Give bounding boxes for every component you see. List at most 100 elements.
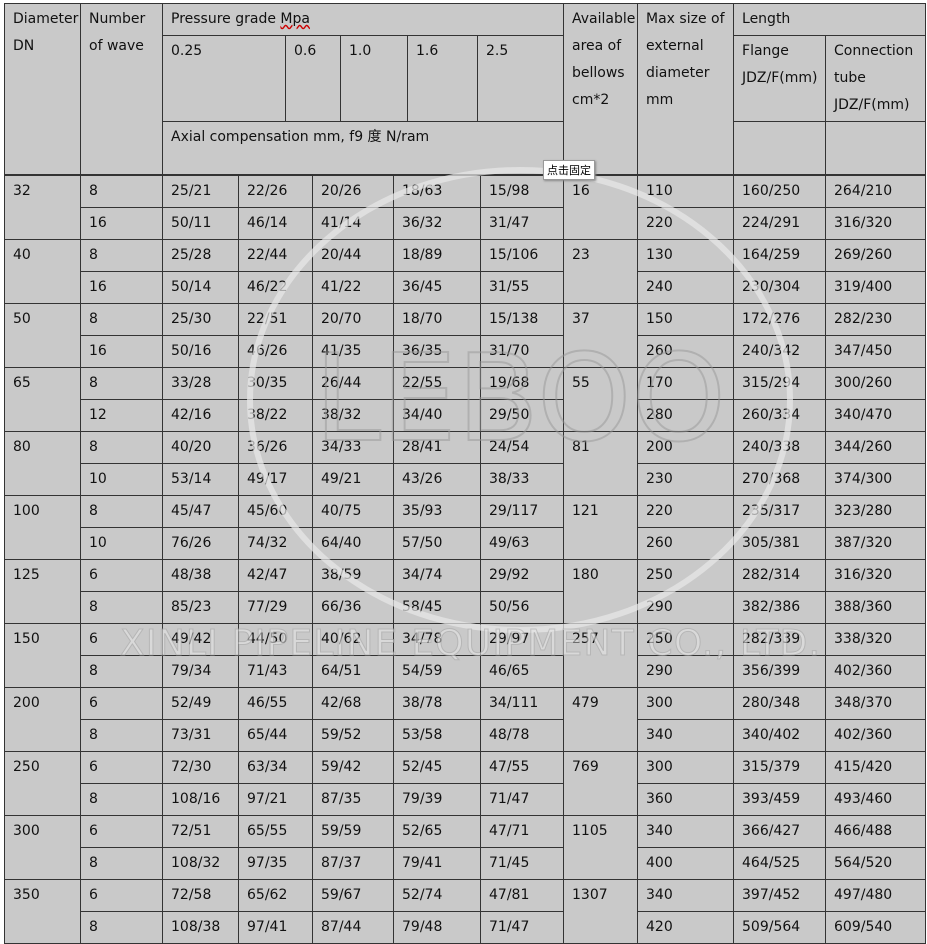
tube-cell: 387/320 [825,527,926,560]
flange-cell: 397/452 [733,879,826,912]
axial-cell: 59/67 [312,879,394,912]
grade-0.25: 0.25 [162,35,286,122]
wave-cell: 6 [80,623,163,656]
axial-cell: 64/51 [312,655,394,688]
flange-cell: 315/294 [733,367,826,400]
flange-cell: 224/291 [733,207,826,240]
axial-cell: 48/38 [162,559,239,592]
axial-cell: 79/34 [162,655,239,688]
axial-cell: 25/30 [162,303,239,336]
wave-cell: 16 [80,271,163,304]
tube-cell: 316/320 [825,559,926,592]
table-row: 16 50/16 46/26 41/35 36/35 31/70 260 240/342 347… [5,335,926,368]
axial-cell: 34/74 [393,559,481,592]
axial-cell: 20/26 [312,175,394,208]
header-tube: Connection tube JDZ/F(mm) [825,35,927,122]
area-cell: 81 [563,431,638,496]
axial-cell: 108/38 [162,911,239,944]
tube-cell: 402/360 [825,719,926,752]
axial-cell: 47/55 [480,751,564,784]
maxsize-cell: 130 [637,239,734,272]
table-body: 32 8 25/21 22/26 20/26 18/63 15/98 16 110 160/250… [4,175,926,944]
table-row: 10 53/14 49/17 49/21 43/26 38/33 230 270/368 374… [5,463,926,496]
table-row: 12 42/16 38/22 38/32 34/40 29/50 280 260/334 340… [5,399,926,432]
area-cell: 55 [563,367,638,432]
wave-cell: 6 [80,815,163,848]
axial-cell: 71/43 [238,655,313,688]
table-row: 8 108/32 97/35 87/37 79/41 71/45 400 464/525 564… [5,847,926,880]
axial-cell: 76/26 [162,527,239,560]
axial-cell: 79/41 [393,847,481,880]
axial-cell: 41/35 [312,335,394,368]
area-cell: 479 [563,687,638,752]
table-row: 150 6 49/42 44/50 40/62 34/78 29/97 257 250 282/3… [4,623,926,688]
table-row: 16 50/11 46/14 41/14 36/32 31/47 220 224/291 316… [5,207,926,240]
maxsize-cell: 340 [637,815,734,848]
wave-cell: 10 [80,527,163,560]
axial-cell: 97/35 [238,847,313,880]
dn-cell: 50 [4,303,81,368]
axial-cell: 87/44 [312,911,394,944]
axial-cell: 34/111 [480,687,564,720]
flange-cell: 464/525 [733,847,826,880]
maxsize-cell: 170 [637,367,734,400]
tube-cell: 338/320 [825,623,926,656]
table-row: 10 76/26 74/32 64/40 57/50 49/63 260 305/381 387… [5,527,926,560]
table-header: Diameter DN Number of wave Pressure grad… [4,3,927,175]
axial-cell: 49/21 [312,463,394,496]
axial-cell: 35/93 [393,495,481,528]
table-row: 8 73/31 65/44 59/52 53/58 48/78 340 340/402 402/… [5,719,926,752]
flange-cell: 509/564 [733,911,826,944]
maxsize-cell: 360 [637,783,734,816]
axial-cell: 47/71 [480,815,564,848]
axial-cell: 31/47 [480,207,564,240]
flange-cell: 240/342 [733,335,826,368]
axial-cell: 49/42 [162,623,239,656]
grade-0.6: 0.6 [285,35,341,122]
dn-cell: 350 [4,879,81,944]
axial-cell: 25/28 [162,239,239,272]
tube-cell: 344/260 [825,431,926,464]
axial-cell: 71/47 [480,783,564,816]
axial-cell: 42/16 [162,399,239,432]
axial-cell: 15/106 [480,239,564,272]
wave-cell: 16 [80,207,163,240]
axial-cell: 52/65 [393,815,481,848]
axial-cell: 31/70 [480,335,564,368]
axial-cell: 74/32 [238,527,313,560]
tube-cell: 609/540 [825,911,926,944]
maxsize-cell: 290 [637,591,734,624]
axial-cell: 97/41 [238,911,313,944]
table-row: 40 8 25/28 22/44 20/44 18/89 15/106 23 130 164/25… [4,239,926,304]
axial-cell: 65/55 [238,815,313,848]
axial-cell: 52/45 [393,751,481,784]
wave-cell: 16 [80,335,163,368]
tube-cell: 348/370 [825,687,926,720]
axial-cell: 19/68 [480,367,564,400]
table-row: 50 8 25/30 22/51 20/70 18/70 15/138 37 150 172/27… [4,303,926,368]
table-row: 8 79/34 71/43 64/51 54/59 46/65 290 356/399 402/… [5,655,926,688]
maxsize-cell: 260 [637,527,734,560]
tube-cell: 323/280 [825,495,926,528]
axial-cell: 85/23 [162,591,239,624]
axial-cell: 50/11 [162,207,239,240]
axial-cell: 73/31 [162,719,239,752]
maxsize-cell: 300 [637,687,734,720]
tube-cell: 282/230 [825,303,926,336]
axial-cell: 46/22 [238,271,313,304]
grade-1.0: 1.0 [340,35,408,122]
axial-cell: 22/44 [238,239,313,272]
axial-cell: 59/59 [312,815,394,848]
maxsize-cell: 340 [637,879,734,912]
flange-cell: 260/334 [733,399,826,432]
axial-cell: 29/92 [480,559,564,592]
tube-cell: 269/260 [825,239,926,272]
axial-cell: 34/33 [312,431,394,464]
flange-cell: 282/314 [733,559,826,592]
wave-cell: 6 [80,751,163,784]
axial-cell: 79/39 [393,783,481,816]
maxsize-cell: 230 [637,463,734,496]
axial-cell: 71/47 [480,911,564,944]
wave-cell: 8 [80,175,163,208]
dn-cell: 250 [4,751,81,816]
